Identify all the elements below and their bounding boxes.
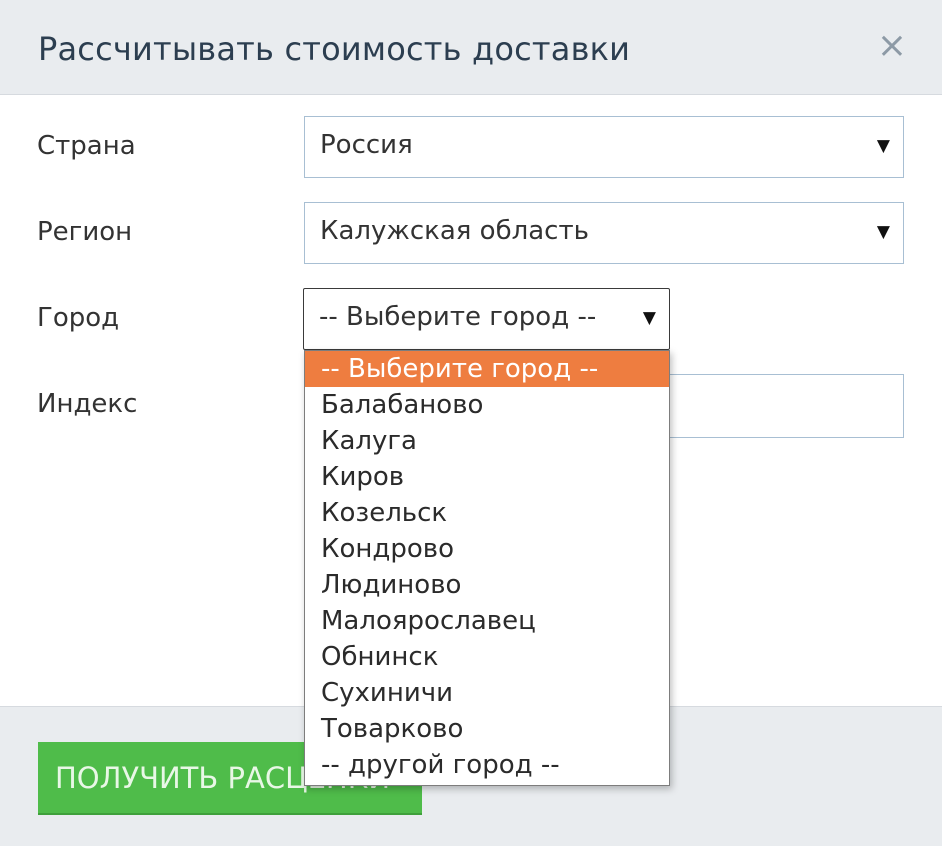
region-label: Регион — [37, 217, 133, 247]
region-select[interactable]: Калужская область ▼ — [304, 202, 904, 264]
city-option[interactable]: Сухиничи — [305, 675, 669, 711]
region-select-value: Калужская область — [320, 216, 589, 246]
caret-down-icon: ▼ — [642, 308, 656, 328]
index-label: Индекс — [37, 389, 138, 419]
city-option[interactable]: Козельск — [305, 495, 669, 531]
city-option[interactable]: Людиново — [305, 567, 669, 603]
country-select[interactable]: Россия ▼ — [304, 116, 904, 178]
caret-down-icon: ▼ — [876, 136, 890, 156]
city-option[interactable]: Киров — [305, 459, 669, 495]
country-select-value: Россия — [320, 130, 413, 160]
city-select-value: -- Выберите город -- — [319, 302, 597, 332]
city-option[interactable]: -- другой город -- — [305, 747, 669, 783]
modal-header: Рассчитывать стоимость доставки × — [0, 0, 942, 95]
shipping-cost-modal: Рассчитывать стоимость доставки × Страна… — [0, 0, 942, 846]
caret-down-icon: ▼ — [876, 222, 890, 242]
city-select[interactable]: -- Выберите город -- ▼ — [303, 288, 670, 350]
country-label: Страна — [37, 131, 136, 161]
modal-title: Рассчитывать стоимость доставки — [38, 30, 631, 68]
city-option[interactable]: Товарково — [305, 711, 669, 747]
city-option[interactable]: Обнинск — [305, 639, 669, 675]
city-label: Город — [37, 303, 120, 333]
close-icon[interactable]: × — [874, 28, 910, 64]
city-option[interactable]: Малоярославец — [305, 603, 669, 639]
index-input[interactable] — [664, 374, 904, 438]
city-option[interactable]: Балабаново — [305, 387, 669, 423]
city-dropdown-list: -- Выберите город -- Балабаново Калуга Киро… — [304, 350, 670, 786]
city-option[interactable]: Кондрово — [305, 531, 669, 567]
city-option[interactable]: -- Выберите город -- — [305, 351, 669, 387]
city-option[interactable]: Калуга — [305, 423, 669, 459]
